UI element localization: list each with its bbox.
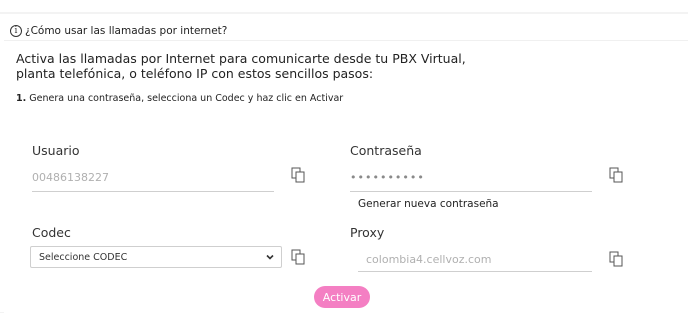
- codec-select[interactable]: Seleccione CODEC: [30, 246, 282, 268]
- proxy-underline: [358, 271, 592, 272]
- info-icon: i: [10, 25, 22, 37]
- codec-selected-value: Seleccione CODEC: [39, 251, 128, 263]
- contrasena-label: Contraseña: [350, 143, 422, 158]
- intro-text: Activa las llamadas por Internet para co…: [16, 51, 466, 81]
- usuario-label: Usuario: [32, 143, 80, 158]
- usuario-field[interactable]: 00486138227: [32, 171, 109, 184]
- copy-icon[interactable]: [291, 167, 305, 183]
- step-number: 1.: [16, 93, 27, 104]
- generate-password-link[interactable]: Generar nueva contraseña: [358, 198, 499, 210]
- top-bar: [0, 0, 688, 12]
- contrasena-field[interactable]: ••••••••••: [350, 171, 425, 184]
- proxy-label: Proxy: [350, 225, 385, 240]
- help-link-text[interactable]: ¿Cómo usar las llamadas por internet?: [25, 25, 227, 37]
- copy-icon[interactable]: [291, 249, 305, 265]
- codec-label: Codec: [32, 225, 71, 240]
- activate-button[interactable]: Activar: [314, 286, 370, 308]
- copy-icon[interactable]: [609, 251, 623, 267]
- step-text: Genera una contraseña, selecciona un Cod…: [26, 93, 344, 104]
- usuario-underline: [32, 191, 274, 192]
- internet-calls-card: i ¿Cómo usar las llamadas por internet? …: [0, 14, 688, 313]
- proxy-field[interactable]: colombia4.cellvoz.com: [366, 253, 492, 266]
- copy-icon[interactable]: [609, 167, 623, 183]
- instructions-panel: Activa las llamadas por Internet para co…: [4, 40, 688, 313]
- chevron-down-icon: [266, 254, 274, 260]
- help-link[interactable]: i ¿Cómo usar las llamadas por internet?: [10, 23, 227, 39]
- contrasena-underline: [350, 191, 592, 192]
- step-1: 1. Genera una contraseña, selecciona un …: [16, 93, 343, 104]
